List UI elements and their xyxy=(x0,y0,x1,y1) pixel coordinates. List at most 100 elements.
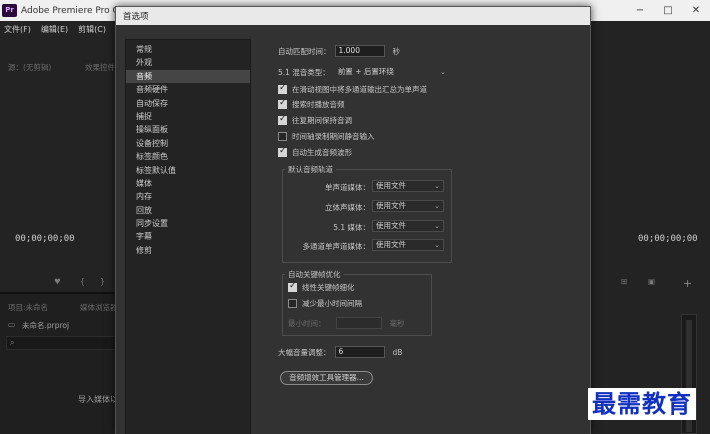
checkbox-min-interval[interactable]: 减少最小时间间隔 xyxy=(288,298,362,309)
mixdown-row: 5.1 混音类型： 前置 + 后置环绕 ⌄ xyxy=(278,66,450,78)
menu-clip[interactable]: 剪辑(C) xyxy=(78,24,106,35)
category-general[interactable]: 常规 xyxy=(126,43,250,56)
track-51-value: 使用文件 xyxy=(376,221,406,230)
marker-icon[interactable]: ♥ xyxy=(54,277,61,286)
track-51-select[interactable]: 使用文件 ⌄ xyxy=(372,220,444,232)
checkbox-maintain-pitch[interactable]: 往复期间保持音调 xyxy=(278,114,352,126)
category-label-colors[interactable]: 标签颜色 xyxy=(126,150,250,163)
chevron-down-icon: ⌄ xyxy=(439,68,446,76)
watermark: 最需教育 xyxy=(588,388,696,420)
category-titler[interactable]: 字幕 xyxy=(126,230,250,243)
window-controls: − □ ✕ xyxy=(626,0,710,21)
preferences-dialog: 首选项 常规 外观 音频 音频硬件 自动保存 捕捉 操纵面板 设备控制 标签颜色… xyxy=(115,6,591,434)
add-button-icon[interactable]: + xyxy=(683,277,692,290)
project-panel: 项目:未命名 媒体浏览器 ▭ 未命名.prproj ⌕ 导入媒体以 xyxy=(0,294,120,434)
media-browser-tab[interactable]: 媒体浏览器 xyxy=(80,302,118,313)
checkbox-play-audio-scrub[interactable]: 搜索时播放音频 xyxy=(278,98,345,110)
track-stereo-value: 使用文件 xyxy=(376,201,406,210)
checkbox-mix-mono[interactable]: 在滑动视图中将多通道输出汇总为单声道 xyxy=(278,83,427,95)
checkbox-auto-waveform-label: 自动生成音频波形 xyxy=(292,148,352,157)
project-search-input[interactable]: ⌕ xyxy=(6,336,118,350)
category-label-defaults[interactable]: 标签默认值 xyxy=(126,164,250,177)
camera-icon[interactable]: ▣ xyxy=(648,277,655,286)
category-device-control[interactable]: 设备控制 xyxy=(126,137,250,150)
checkbox-min-interval-label: 减少最小时间间隔 xyxy=(302,299,362,308)
dialog-title: 首选项 xyxy=(123,12,149,22)
auto-match-input[interactable]: 1.000 xyxy=(334,45,385,57)
checkbox-play-audio-scrub-label: 搜索时播放音频 xyxy=(292,100,345,109)
checkbox-maintain-pitch-label: 往复期间保持音调 xyxy=(292,116,352,125)
category-memory[interactable]: 内存 xyxy=(126,190,250,203)
in-point-icon[interactable]: { xyxy=(80,277,85,286)
close-button[interactable]: ✕ xyxy=(682,0,710,21)
source-timecode: 00;00;00;00 xyxy=(15,234,75,244)
min-interval-unit: 毫秒 xyxy=(389,318,405,328)
chevron-down-icon: ⌄ xyxy=(434,202,440,210)
menu-edit[interactable]: 编辑(E) xyxy=(41,24,68,35)
category-auto-save[interactable]: 自动保存 xyxy=(126,97,250,110)
category-list: 常规 外观 音频 音频硬件 自动保存 捕捉 操纵面板 设备控制 标签颜色 标签默… xyxy=(125,39,251,434)
category-appearance[interactable]: 外观 xyxy=(126,56,250,69)
checkbox-auto-waveform[interactable]: 自动生成音频波形 xyxy=(278,146,352,158)
auto-match-unit: 秒 xyxy=(392,46,401,56)
mixdown-select[interactable]: 前置 + 后置环绕 ⌄ xyxy=(334,66,450,78)
program-timecode: 00;00;00;00 xyxy=(638,234,698,244)
min-interval-input[interactable] xyxy=(335,317,382,329)
keyframe-optimization-title: 自动关键帧优化 xyxy=(285,269,344,280)
checkbox-linear-keyframe-label: 线性关键帧细化 xyxy=(302,283,355,292)
gain-label: 大幅音量调整： xyxy=(278,347,331,357)
checkbox-linear-keyframe-box[interactable] xyxy=(288,281,297,292)
checkbox-mute-input-box[interactable] xyxy=(278,132,287,141)
category-audio-hardware[interactable]: 音频硬件 xyxy=(126,83,250,96)
overwrite-icon[interactable]: ⊞ xyxy=(621,277,627,286)
auto-match-label: 自动匹配时间： xyxy=(278,46,331,56)
default-tracks-title: 默认音频轨道 xyxy=(285,164,336,175)
category-control-surface[interactable]: 操纵面板 xyxy=(126,123,250,136)
source-monitor-tab[interactable]: 源：(无剪辑) xyxy=(8,62,51,73)
import-media-hint: 导入媒体以 xyxy=(78,395,118,404)
min-interval-row: 最小时间： 毫秒 xyxy=(288,317,405,329)
track-mono-select[interactable]: 使用文件 ⌄ xyxy=(372,180,444,192)
track-mono-label: 单声道媒体： xyxy=(325,183,370,192)
project-tab[interactable]: 项目:未命名 xyxy=(8,302,48,313)
category-trim[interactable]: 修剪 xyxy=(126,244,250,257)
checkbox-maintain-pitch-box[interactable] xyxy=(278,114,287,125)
checkbox-linear-keyframe[interactable]: 线性关键帧细化 xyxy=(288,281,355,293)
category-audio[interactable]: 音频 xyxy=(126,69,250,84)
effect-controls-tab[interactable]: 效果控件 xyxy=(85,62,115,73)
premiere-logo-icon: Pr xyxy=(2,4,17,17)
track-stereo-select[interactable]: 使用文件 ⌄ xyxy=(372,200,444,212)
category-playback[interactable]: 回放 xyxy=(126,204,250,217)
out-point-icon[interactable]: } xyxy=(100,277,105,286)
checkbox-mix-mono-box[interactable] xyxy=(278,83,287,94)
maximize-button[interactable]: □ xyxy=(654,0,682,21)
chevron-down-icon: ⌄ xyxy=(434,222,440,230)
dialog-body: 常规 外观 音频 音频硬件 自动保存 捕捉 操纵面板 设备控制 标签颜色 标签默… xyxy=(116,25,590,434)
category-sync-settings[interactable]: 同步设置 xyxy=(126,217,250,230)
audio-settings-pane: 自动匹配时间： 1.000 秒 5.1 混音类型： 前置 + 后置环绕 ⌄ 在滑… xyxy=(271,25,590,434)
track-stereo-label: 立体声媒体： xyxy=(325,203,370,212)
category-media[interactable]: 媒体 xyxy=(126,177,250,190)
checkbox-mix-mono-label: 在滑动视图中将多通道输出汇总为单声道 xyxy=(292,85,427,94)
checkbox-mute-input-label: 时间轴录制期间静音输入 xyxy=(292,132,375,141)
category-capture[interactable]: 捕捉 xyxy=(126,110,250,123)
gain-input[interactable]: 6 xyxy=(334,346,385,358)
gain-row: 大幅音量调整： 6 dB xyxy=(278,346,402,358)
chevron-down-icon: ⌄ xyxy=(434,182,440,190)
checkbox-min-interval-box[interactable] xyxy=(288,299,297,308)
auto-match-row: 自动匹配时间： 1.000 秒 xyxy=(278,45,400,57)
checkbox-mute-input[interactable]: 时间轴录制期间静音输入 xyxy=(278,131,375,142)
checkbox-auto-waveform-box[interactable] xyxy=(278,146,287,157)
checkbox-play-audio-scrub-box[interactable] xyxy=(278,98,287,109)
chevron-down-icon: ⌄ xyxy=(434,241,440,249)
min-interval-label: 最小时间： xyxy=(288,318,326,328)
gain-unit: dB xyxy=(392,347,403,357)
dialog-titlebar: 首选项 xyxy=(116,7,590,25)
folder-icon: ▭ xyxy=(8,320,16,329)
track-multichannel-select[interactable]: 使用文件 ⌄ xyxy=(372,239,444,251)
audio-plugin-manager-button[interactable]: 音频增效工具管理器... xyxy=(280,371,373,385)
minimize-button[interactable]: − xyxy=(626,0,654,21)
track-multichannel-label: 多通道单声道媒体： xyxy=(302,242,371,251)
menu-file[interactable]: 文件(F) xyxy=(4,24,31,35)
search-icon: ⌕ xyxy=(10,338,15,347)
